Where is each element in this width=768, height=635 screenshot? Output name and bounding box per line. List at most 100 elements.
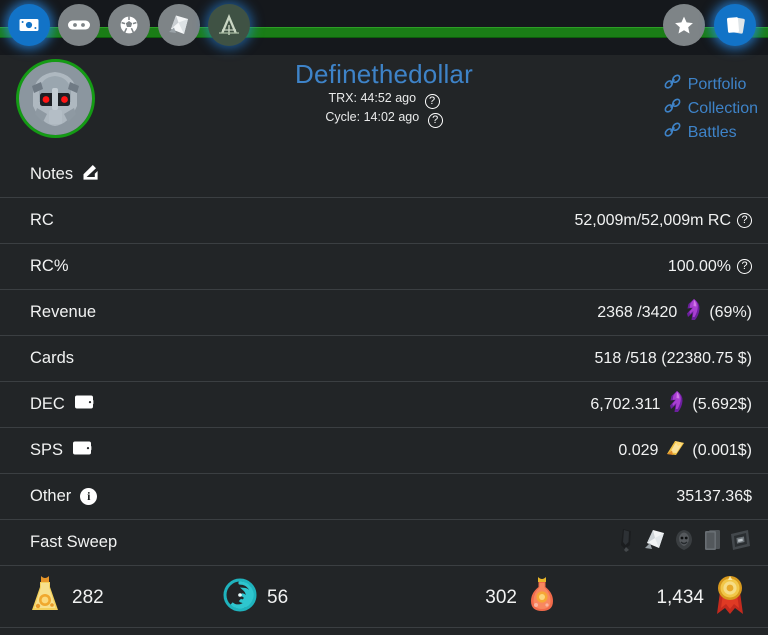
stat-value: 1,434 <box>656 588 704 608</box>
link-icon <box>664 74 681 96</box>
nav-button-cash[interactable] <box>8 4 50 46</box>
row-value: 52,009m/52,009m RC <box>574 212 731 230</box>
soccer-ball-icon <box>117 13 141 37</box>
row-value-group: 0.029 (0.001$) <box>618 438 752 463</box>
row-rc-percent[interactable]: RC% 100.00% ? <box>0 244 768 290</box>
link-collection-label: Collection <box>688 98 758 120</box>
sweep-icon-group <box>616 527 752 558</box>
row-cards[interactable]: Cards 518 /518 (22380.75 $) <box>0 336 768 382</box>
cycle-label: Cycle: <box>325 110 360 124</box>
top-navigation-bar <box>0 0 768 55</box>
sweep-card-back-icon[interactable] <box>701 527 723 558</box>
row-label: RC% <box>30 257 69 276</box>
wallet-icon[interactable] <box>72 440 92 461</box>
row-value-group: 100.00% ? <box>668 258 752 276</box>
rc-percent-help-icon[interactable]: ? <box>737 259 752 274</box>
row-label-group: Fast Sweep <box>30 533 117 552</box>
row-label-group: RC% <box>30 257 69 276</box>
nav-button-battle[interactable] <box>58 4 100 46</box>
profile-page: Definethedollar TRX: 44:52 ago ? Cycle: … <box>0 0 768 635</box>
trx-help-icon[interactable]: ? <box>425 94 440 109</box>
row-value-suffix: (69%) <box>709 304 752 322</box>
row-label-group: Other i <box>30 487 97 506</box>
stat-potions[interactable]: 302 <box>390 575 579 621</box>
star-icon <box>672 13 696 37</box>
row-value: 100.00% <box>668 258 731 276</box>
stats-list: Notes RC 52,009m/52,009m RC ? <box>0 152 768 566</box>
nav-button-rewards[interactable] <box>108 4 150 46</box>
trx-label: TRX: <box>328 91 356 105</box>
row-value-group: 6,702.311 (5.692$) <box>590 390 752 419</box>
row-value: 0.029 <box>618 442 658 460</box>
wallet-icon[interactable] <box>74 394 94 415</box>
row-value: 35137.36$ <box>676 488 752 506</box>
stat-energy[interactable]: 56 <box>195 578 390 618</box>
row-value-group: 52,009m/52,009m RC ? <box>574 212 752 230</box>
row-notes[interactable]: Notes <box>0 152 768 198</box>
link-icon <box>664 98 681 120</box>
potion-bag-icon <box>164 10 194 40</box>
row-label: Cards <box>30 349 74 368</box>
row-value-suffix: (0.001$) <box>692 442 752 460</box>
dec-token-icon <box>666 390 686 419</box>
teal-spiral-icon <box>223 578 257 618</box>
sweep-white-scroll-icon[interactable] <box>643 527 667 558</box>
nav-button-quest[interactable] <box>208 4 250 46</box>
trx-value: 44:52 ago <box>360 91 416 105</box>
row-label: RC <box>30 211 54 230</box>
nav-button-favorites[interactable] <box>663 4 705 46</box>
info-icon[interactable]: i <box>80 488 97 505</box>
row-label-group: Revenue <box>30 303 96 322</box>
page-title[interactable]: Definethedollar <box>295 55 473 90</box>
row-fast-sweep[interactable]: Fast Sweep <box>0 520 768 566</box>
link-portfolio[interactable]: Portfolio <box>664 74 758 96</box>
stat-value: 282 <box>72 588 104 608</box>
stat-merits[interactable]: 282 <box>0 574 195 622</box>
cycle-help-icon[interactable]: ? <box>428 113 443 128</box>
row-value-group: 518 /518 (22380.75 $) <box>595 350 752 368</box>
profile-header: Definethedollar TRX: 44:52 ago ? Cycle: … <box>0 55 768 152</box>
cards-icon <box>722 12 748 38</box>
row-sps[interactable]: SPS 0.029 <box>0 428 768 474</box>
row-other[interactable]: Other i 35137.36$ <box>0 474 768 520</box>
gold-medal-icon <box>714 574 746 622</box>
row-label: Other <box>30 487 71 506</box>
row-label-group: Cards <box>30 349 74 368</box>
row-value: 518 /518 (22380.75 $) <box>595 350 752 368</box>
nav-left-group <box>8 4 250 46</box>
nav-button-items[interactable] <box>158 4 200 46</box>
row-value-group: 2368 /3420 (69%) <box>597 298 752 327</box>
sweep-grey-creature-icon[interactable] <box>672 527 696 558</box>
header-links: Portfolio Collection <box>664 74 758 144</box>
sweep-dark-item-icon[interactable] <box>616 527 638 558</box>
row-label: Revenue <box>30 303 96 322</box>
gamepad-icon <box>66 13 92 37</box>
stat-medals[interactable]: 1,434 <box>579 574 768 622</box>
gold-potion-icon <box>28 574 62 622</box>
cycle-value: 14:02 ago <box>364 110 420 124</box>
row-label-group: SPS <box>30 440 92 461</box>
row-label: DEC <box>30 395 65 414</box>
row-label-group: DEC <box>30 394 94 415</box>
nav-button-cards[interactable] <box>714 4 756 46</box>
link-battles-label: Battles <box>688 122 737 144</box>
row-dec[interactable]: DEC 6,702.311 <box>0 382 768 428</box>
trx-status: TRX: 44:52 ago ? <box>0 90 768 109</box>
stat-value: 302 <box>485 588 517 608</box>
edit-icon[interactable] <box>82 164 99 186</box>
row-label: Notes <box>30 165 73 184</box>
link-battles[interactable]: Battles <box>664 122 758 144</box>
row-value-group: 35137.36$ <box>676 488 752 506</box>
red-potion-icon <box>527 575 557 621</box>
row-label-group: RC <box>30 211 54 230</box>
dec-token-icon <box>683 298 703 327</box>
row-value: 6,702.311 <box>590 396 660 414</box>
row-rc[interactable]: RC 52,009m/52,009m RC ? <box>0 198 768 244</box>
sweep-frame-icon[interactable] <box>728 527 752 558</box>
stat-value: 56 <box>267 588 288 608</box>
link-collection[interactable]: Collection <box>664 98 758 120</box>
row-revenue[interactable]: Revenue 2368 /3420 (69%) <box>0 290 768 336</box>
quest-icon <box>213 9 245 41</box>
rc-help-icon[interactable]: ? <box>737 213 752 228</box>
resource-stat-bar: 282 56 302 <box>0 568 768 628</box>
